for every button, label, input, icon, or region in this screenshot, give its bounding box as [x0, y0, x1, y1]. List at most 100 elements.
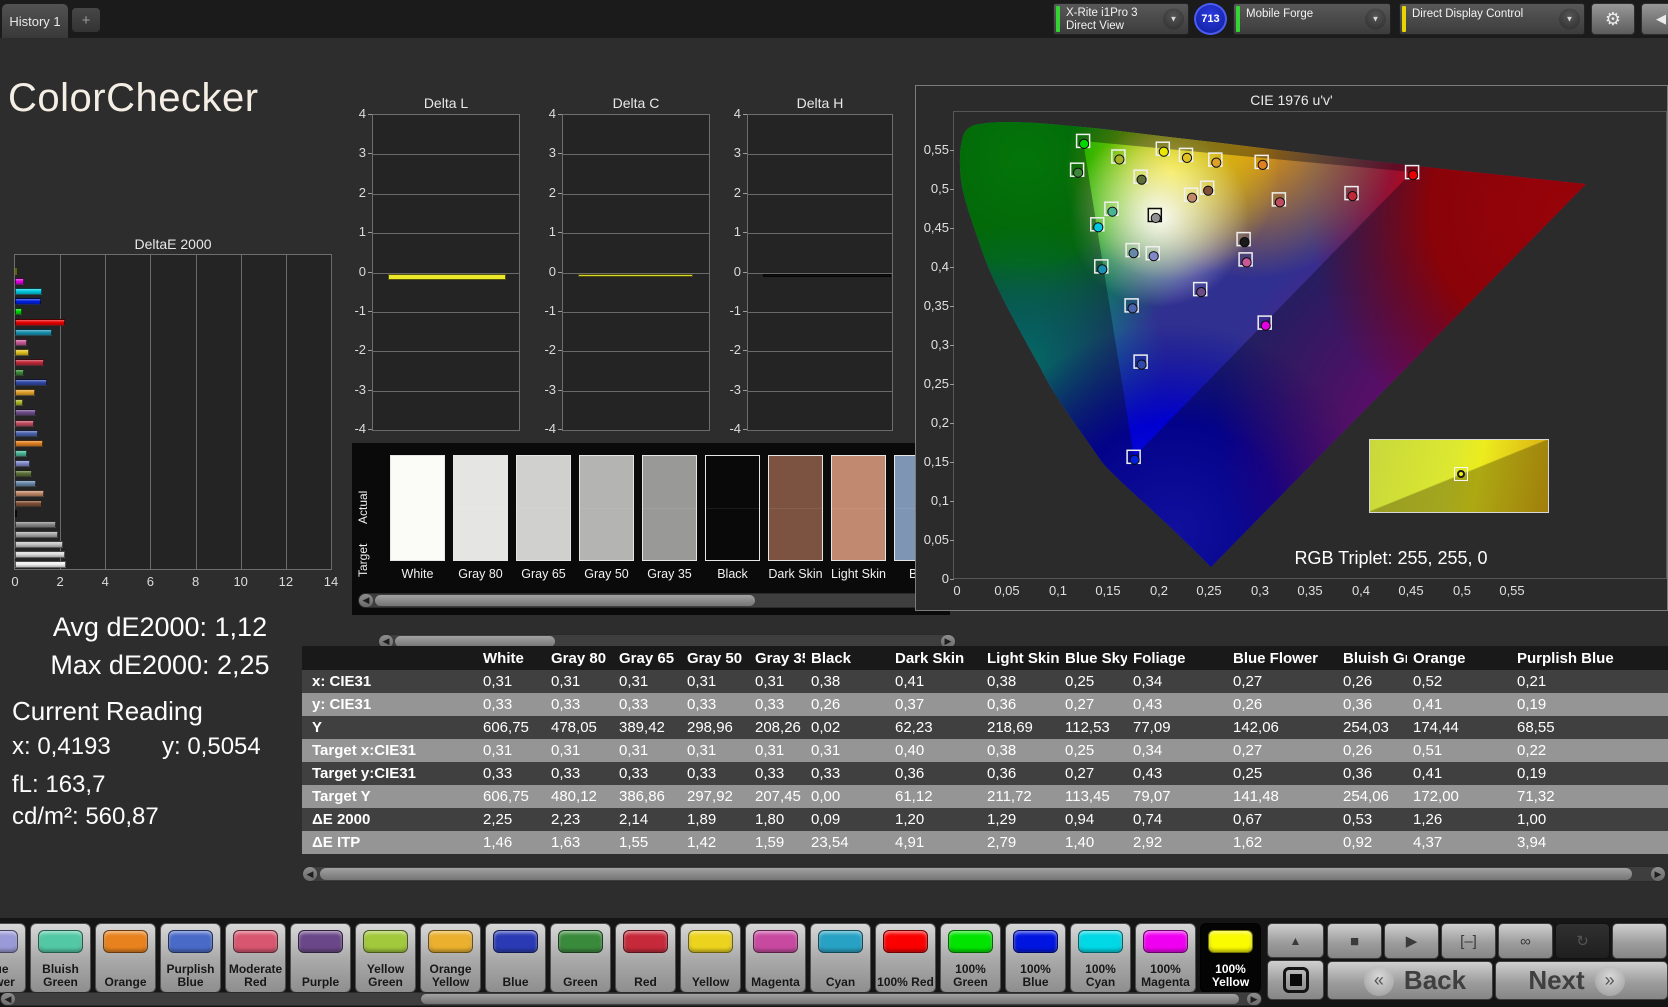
patch-button-red[interactable]: Red: [615, 923, 676, 993]
patch-button-yellow-green[interactable]: Yellow Green: [355, 923, 416, 993]
y-tick-label: -1: [354, 303, 366, 318]
y-tick-label: 0: [358, 263, 366, 279]
de-bar-100-cyan: [15, 288, 43, 296]
measured-dot-green: [1073, 167, 1084, 178]
patch-button-100-magenta[interactable]: 100% Magenta: [1135, 923, 1196, 993]
back-button[interactable]: « Back: [1327, 961, 1493, 1000]
column-header-white: White: [477, 646, 545, 670]
table-cell: 0,31: [805, 739, 889, 762]
column-header-orange: Orange: [1407, 646, 1511, 670]
table-cell: 0,31: [545, 739, 613, 762]
tick-mark: [368, 192, 372, 194]
patch-label: Bluish Green: [42, 962, 79, 989]
patch-button-green[interactable]: Green: [550, 923, 611, 993]
scroll-right-icon[interactable]: ▶: [1247, 993, 1261, 1005]
gridline: [748, 351, 892, 353]
table-cell: 254,06: [1337, 785, 1407, 808]
table-cell: 0,31: [545, 670, 613, 693]
scroll-left-icon[interactable]: ◀: [359, 594, 373, 607]
stop-button[interactable]: ■: [1327, 923, 1382, 959]
patch-button-orange[interactable]: Orange: [95, 923, 156, 993]
scrollbar-thumb[interactable]: [421, 994, 1239, 1004]
table-cell: 0,36: [981, 693, 1059, 716]
patch-button-100-yellow[interactable]: 100% Yellow: [1200, 923, 1261, 993]
display-control-dropdown[interactable]: Direct Display Control ▼: [1399, 3, 1585, 35]
refresh-button[interactable]: ↻: [1555, 923, 1610, 959]
add-tab-button[interactable]: +: [72, 8, 100, 32]
pattern-position-button[interactable]: [1267, 960, 1324, 1000]
scroll-up-button[interactable]: ▲: [1267, 923, 1324, 958]
meter-count-badge[interactable]: 713: [1194, 3, 1227, 35]
table-cell: 71,32: [1511, 785, 1668, 808]
table-cell: 0,09: [805, 808, 889, 831]
swatch-dark-skin: [768, 455, 823, 561]
table-cell: 1,46: [477, 831, 545, 854]
x-tick-label: 4: [101, 574, 109, 589]
table-row: x: CIE31 0,31 0,31 0,31 0,31 0,31 0,38 0,41 0,38…: [302, 670, 1668, 693]
patch-chip: [623, 930, 668, 953]
x-tick-label: 0,05: [994, 583, 1020, 598]
tick-mark: [950, 501, 954, 502]
tab-history-1[interactable]: History 1: [2, 4, 68, 38]
swatch-divider: [580, 508, 633, 509]
page-title: ColorChecker: [8, 76, 259, 120]
gridline: [373, 233, 519, 235]
column-header-foliage: Foliage: [1127, 646, 1227, 670]
patch-button-100-cyan[interactable]: 100% Cyan: [1070, 923, 1131, 993]
tick-mark: [950, 384, 954, 385]
delta-bar: [388, 274, 506, 280]
scroll-left-icon[interactable]: ◀: [303, 867, 317, 881]
patch-button-moderate-red[interactable]: Moderate Red: [225, 923, 286, 993]
table-cell: 0,27: [1227, 739, 1337, 762]
next-button[interactable]: Next »: [1495, 961, 1668, 1000]
tick-mark: [368, 429, 372, 431]
scroll-left-icon[interactable]: ◀: [1, 993, 15, 1005]
patch-chip: [493, 930, 538, 953]
pattern-window-button[interactable]: [–]: [1441, 923, 1496, 959]
scroll-right-icon[interactable]: ▶: [1651, 867, 1665, 881]
meter-dropdown[interactable]: X-Rite i1Pro 3 Direct View ▼: [1053, 3, 1189, 35]
workflow-dropdown[interactable]: Mobile Forge ▼: [1233, 3, 1391, 35]
patch-button-orange-yellow[interactable]: Orange Yellow: [420, 923, 481, 993]
record-button[interactable]: [1612, 923, 1667, 959]
scrollbar-thumb[interactable]: [375, 595, 755, 606]
patch-button-cyan[interactable]: Cyan: [810, 923, 871, 993]
lch-chart-1: [562, 114, 710, 432]
patch-button-blue[interactable]: Blue: [485, 923, 546, 993]
table-cell: 2,79: [981, 831, 1059, 854]
table-cell: 0,31: [613, 670, 681, 693]
x-tick-label: 8: [191, 574, 200, 589]
patch-button-100-green[interactable]: 100% Green: [940, 923, 1001, 993]
swatch-name: Gray 65: [521, 567, 566, 581]
table-cell: 480,12: [545, 785, 613, 808]
patch-button-100-blue[interactable]: 100% Blue: [1005, 923, 1066, 993]
tick-mark: [743, 389, 747, 391]
de-bar-orange: [15, 439, 44, 447]
tick-mark: [743, 311, 747, 312]
patch-chip: [753, 930, 798, 953]
settings-button[interactable]: ⚙: [1591, 3, 1635, 35]
y-tick-label: -4: [544, 421, 556, 437]
patch-button-purplish-blue[interactable]: Purplish Blue: [160, 923, 221, 993]
patch-button-100-red[interactable]: 100% Red: [875, 923, 936, 993]
table-cell: 0,67: [1227, 808, 1337, 831]
patch-button-yellow[interactable]: Yellow: [680, 923, 741, 993]
patch-chip: [0, 930, 18, 953]
cie-chromaticity-diagram[interactable]: [953, 111, 1667, 579]
y-tick-label: -2: [354, 342, 366, 358]
table-cell: 0,26: [805, 693, 889, 716]
patch-button-magenta[interactable]: Magenta: [745, 923, 806, 993]
table-cell: 0,25: [1059, 739, 1127, 762]
y-tick-label: 0,55: [923, 142, 949, 157]
swatch-name: Black: [717, 567, 748, 581]
collapse-panel-button[interactable]: ◀: [1641, 3, 1668, 35]
scrollbar-thumb[interactable]: [320, 868, 1632, 880]
patch-button-blue-flower[interactable]: Blue Flower: [0, 923, 26, 993]
patch-chip: [298, 930, 343, 953]
swatch-divider: [769, 508, 822, 509]
patch-button-purple[interactable]: Purple: [290, 923, 351, 993]
measured-dot-orange: [1257, 159, 1268, 171]
play-button[interactable]: ▶: [1384, 923, 1439, 959]
patch-button-bluish-green[interactable]: Bluish Green: [30, 923, 91, 993]
loop-button[interactable]: ∞: [1498, 923, 1553, 959]
